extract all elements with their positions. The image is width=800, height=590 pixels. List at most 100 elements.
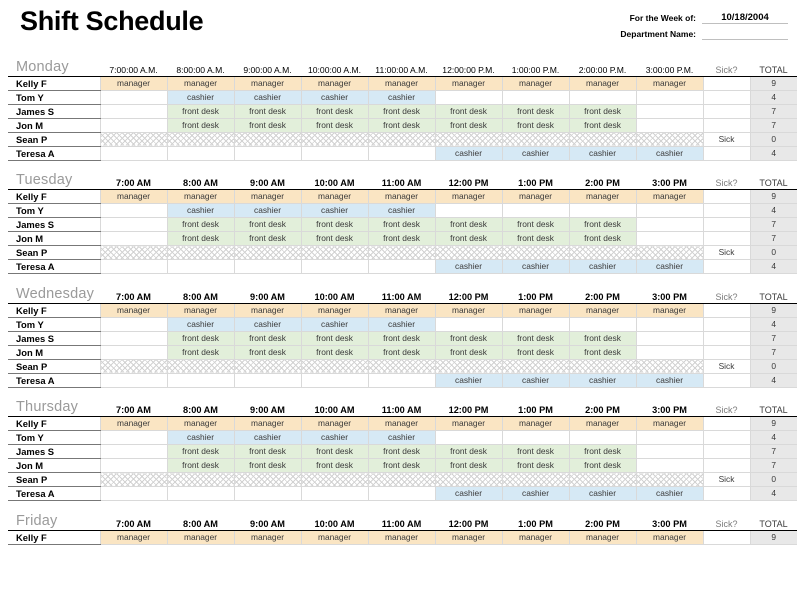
shift-cell[interactable] <box>300 486 368 501</box>
shift-cell[interactable]: front desk <box>501 217 569 232</box>
shift-cell[interactable] <box>501 132 569 147</box>
shift-cell[interactable]: front desk <box>233 118 301 133</box>
shift-cell[interactable] <box>501 90 569 105</box>
shift-cell[interactable]: cashier <box>635 146 703 161</box>
shift-cell[interactable] <box>233 472 301 487</box>
shift-cell[interactable]: manager <box>99 416 167 431</box>
shift-cell[interactable]: cashier <box>367 203 435 218</box>
shift-cell[interactable]: front desk <box>300 231 368 246</box>
shift-cell[interactable]: front desk <box>166 331 234 346</box>
shift-cell[interactable]: cashier <box>568 259 636 274</box>
shift-cell[interactable]: cashier <box>233 317 301 332</box>
shift-cell[interactable]: front desk <box>367 118 435 133</box>
shift-cell[interactable]: manager <box>99 530 167 545</box>
shift-cell[interactable]: front desk <box>166 217 234 232</box>
shift-cell[interactable]: cashier <box>367 90 435 105</box>
shift-cell[interactable] <box>434 132 502 147</box>
shift-cell[interactable] <box>434 245 502 260</box>
shift-cell[interactable]: front desk <box>501 345 569 360</box>
week-of-value[interactable]: 10/18/2004 <box>702 12 788 24</box>
shift-cell[interactable]: cashier <box>300 90 368 105</box>
shift-cell[interactable]: cashier <box>367 430 435 445</box>
shift-cell[interactable] <box>367 486 435 501</box>
sick-cell[interactable] <box>702 217 750 232</box>
shift-cell[interactable] <box>434 359 502 374</box>
shift-cell[interactable]: front desk <box>300 217 368 232</box>
shift-cell[interactable]: manager <box>233 530 301 545</box>
shift-cell[interactable]: front desk <box>434 217 502 232</box>
shift-cell[interactable]: front desk <box>434 231 502 246</box>
shift-cell[interactable]: manager <box>166 189 234 204</box>
shift-cell[interactable]: manager <box>501 416 569 431</box>
shift-cell[interactable]: cashier <box>367 317 435 332</box>
shift-cell[interactable]: manager <box>166 76 234 91</box>
shift-cell[interactable]: front desk <box>166 231 234 246</box>
shift-cell[interactable] <box>635 132 703 147</box>
shift-cell[interactable] <box>367 359 435 374</box>
shift-cell[interactable] <box>99 132 167 147</box>
sick-cell[interactable] <box>702 203 750 218</box>
shift-cell[interactable]: cashier <box>635 373 703 388</box>
sick-cell[interactable] <box>702 317 750 332</box>
shift-cell[interactable]: front desk <box>166 118 234 133</box>
sick-cell[interactable] <box>702 76 750 91</box>
shift-cell[interactable] <box>166 146 234 161</box>
sick-cell[interactable] <box>702 118 750 133</box>
shift-cell[interactable] <box>635 331 703 346</box>
sick-cell[interactable] <box>702 444 750 459</box>
shift-cell[interactable] <box>434 472 502 487</box>
shift-cell[interactable] <box>501 472 569 487</box>
shift-cell[interactable] <box>367 146 435 161</box>
sick-cell[interactable] <box>702 303 750 318</box>
shift-cell[interactable] <box>568 430 636 445</box>
shift-cell[interactable]: manager <box>568 416 636 431</box>
sick-cell[interactable] <box>702 430 750 445</box>
shift-cell[interactable] <box>99 118 167 133</box>
shift-cell[interactable] <box>635 217 703 232</box>
shift-cell[interactable]: manager <box>568 76 636 91</box>
shift-cell[interactable] <box>635 444 703 459</box>
shift-cell[interactable]: front desk <box>568 331 636 346</box>
shift-cell[interactable] <box>166 132 234 147</box>
shift-cell[interactable]: front desk <box>233 458 301 473</box>
shift-cell[interactable] <box>635 104 703 119</box>
shift-cell[interactable] <box>635 317 703 332</box>
shift-cell[interactable] <box>99 259 167 274</box>
shift-cell[interactable] <box>99 472 167 487</box>
shift-cell[interactable]: front desk <box>367 217 435 232</box>
shift-cell[interactable] <box>166 472 234 487</box>
sick-cell[interactable]: Sick <box>702 359 750 374</box>
shift-cell[interactable] <box>568 203 636 218</box>
shift-cell[interactable]: front desk <box>166 458 234 473</box>
shift-cell[interactable]: manager <box>166 416 234 431</box>
shift-cell[interactable]: manager <box>434 76 502 91</box>
shift-cell[interactable]: front desk <box>367 444 435 459</box>
shift-cell[interactable]: manager <box>568 189 636 204</box>
shift-cell[interactable] <box>434 430 502 445</box>
shift-cell[interactable] <box>300 245 368 260</box>
shift-cell[interactable]: cashier <box>501 486 569 501</box>
shift-cell[interactable] <box>99 458 167 473</box>
shift-cell[interactable] <box>635 458 703 473</box>
shift-cell[interactable] <box>568 472 636 487</box>
shift-cell[interactable]: cashier <box>501 373 569 388</box>
shift-cell[interactable]: front desk <box>233 104 301 119</box>
shift-cell[interactable]: manager <box>300 189 368 204</box>
shift-cell[interactable] <box>635 430 703 445</box>
sick-cell[interactable] <box>702 373 750 388</box>
shift-cell[interactable] <box>300 132 368 147</box>
shift-cell[interactable]: manager <box>166 303 234 318</box>
shift-cell[interactable]: manager <box>99 189 167 204</box>
shift-cell[interactable]: front desk <box>367 331 435 346</box>
shift-cell[interactable] <box>233 132 301 147</box>
shift-cell[interactable]: manager <box>367 76 435 91</box>
shift-cell[interactable]: front desk <box>568 458 636 473</box>
shift-cell[interactable] <box>99 331 167 346</box>
shift-cell[interactable]: cashier <box>166 203 234 218</box>
sick-cell[interactable]: Sick <box>702 472 750 487</box>
shift-cell[interactable] <box>367 472 435 487</box>
sick-cell[interactable] <box>702 231 750 246</box>
shift-cell[interactable]: front desk <box>367 104 435 119</box>
shift-cell[interactable]: manager <box>300 76 368 91</box>
shift-cell[interactable] <box>434 203 502 218</box>
